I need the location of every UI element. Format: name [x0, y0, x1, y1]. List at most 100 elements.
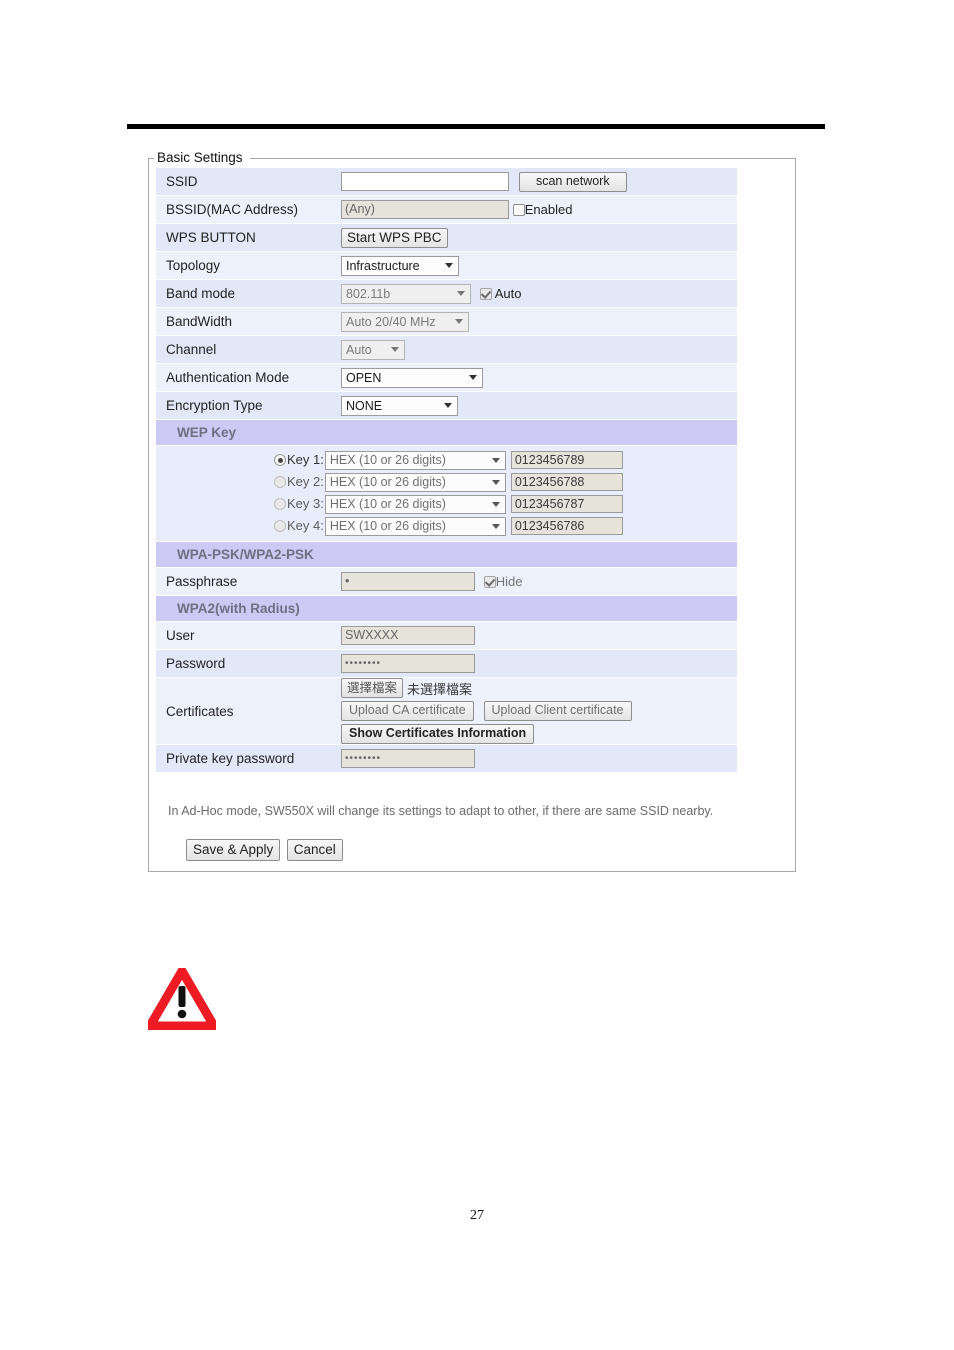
private-key-password-input[interactable]: ••••••••	[341, 749, 475, 768]
value-authentication-mode: OPEN	[341, 363, 707, 392]
cancel-button[interactable]: Cancel	[286, 839, 343, 861]
section-wpa-psk: WPA-PSK/WPA2-PSK	[156, 541, 737, 568]
row-gutter-right	[707, 621, 737, 650]
start-wps-pbc-button[interactable]: Start WPS PBC	[341, 227, 448, 248]
channel-select[interactable]: Auto	[341, 339, 405, 360]
chosen-file-name: 未選擇檔案	[407, 682, 473, 698]
label-user: User	[166, 621, 341, 650]
row-gutter	[156, 223, 166, 252]
wep-key-row: Key 2: HEX (10 or 26 digits) 0123456788	[166, 471, 707, 493]
certificate-info-row: Show Certificates Information	[341, 724, 707, 744]
wep-key-3-label: Key 3:	[287, 496, 324, 512]
wep-key-3-input[interactable]: 0123456787	[510, 495, 623, 514]
row-ssid: SSID scan network	[156, 168, 737, 196]
row-gutter-right	[707, 567, 737, 596]
chevron-down-icon	[491, 457, 500, 463]
row-gutter-right	[707, 363, 737, 392]
row-user: User SWXXXX	[156, 621, 737, 650]
chevron-down-icon	[491, 523, 500, 529]
wep-key-3-radio[interactable]	[274, 498, 286, 511]
section-title-wpa-psk: WPA-PSK/WPA2-PSK	[166, 541, 707, 568]
authentication-mode-select[interactable]: OPEN	[341, 367, 483, 388]
wep-key-4-input[interactable]: 0123456786	[510, 517, 623, 536]
wep-key-2-radio[interactable]	[274, 476, 286, 489]
row-gutter-right	[707, 744, 737, 773]
user-input[interactable]: SWXXXX	[341, 626, 475, 645]
bssid-input[interactable]: (Any)	[341, 200, 509, 219]
row-gutter	[156, 621, 166, 650]
bandwidth-select[interactable]: Auto 20/40 MHz	[341, 311, 469, 332]
chevron-down-icon	[444, 402, 452, 408]
ssid-input[interactable]	[341, 172, 509, 191]
row-band-mode: Band mode 802.11b Auto	[156, 279, 737, 308]
wep-key-1-input[interactable]: 0123456789	[510, 451, 623, 470]
value-wps-button: Start WPS PBC	[341, 223, 707, 252]
label-certificates: Certificates	[166, 677, 341, 745]
label-bandwidth: BandWidth	[166, 307, 341, 336]
password-input[interactable]: ••••••••	[341, 654, 475, 673]
row-wep-keys: Key 1: HEX (10 or 26 digits) 0123456789 Ke…	[156, 445, 737, 542]
certificate-upload-buttons: Upload CA certificate Upload Client cert…	[341, 701, 707, 721]
value-private-key-password: ••••••••	[341, 744, 707, 773]
value-user: SWXXXX	[341, 621, 707, 650]
row-wps-button: WPS BUTTON Start WPS PBC	[156, 223, 737, 252]
upload-client-certificate-button[interactable]: Upload Client certificate	[483, 701, 632, 721]
wep-key-4-format-value: HEX (10 or 26 digits)	[329, 518, 446, 533]
band-mode-auto-checkbox[interactable]	[479, 287, 492, 300]
value-password: ••••••••	[341, 649, 707, 678]
row-topology: Topology Infrastructure	[156, 251, 737, 280]
label-wps-button: WPS BUTTON	[166, 223, 341, 252]
row-gutter	[156, 744, 166, 773]
header-divider	[127, 124, 825, 129]
basic-settings-fieldset: Basic Settings SSID scan network BSSID(M…	[148, 150, 796, 872]
choose-file-button[interactable]: 選擇檔案	[341, 678, 404, 698]
wep-key-row: Key 4: HEX (10 or 26 digits) 0123456786	[166, 515, 707, 537]
band-mode-select[interactable]: 802.11b	[341, 283, 471, 304]
passphrase-hide-checkbox[interactable]	[483, 575, 496, 588]
row-gutter-right	[707, 677, 737, 745]
upload-ca-certificate-button[interactable]: Upload CA certificate	[341, 701, 474, 721]
row-private-key-password: Private key password ••••••••	[156, 744, 737, 773]
row-gutter	[156, 279, 166, 308]
row-gutter-right	[707, 419, 737, 446]
row-gutter-right	[707, 335, 737, 364]
wep-key-1-format-select[interactable]: HEX (10 or 26 digits)	[324, 450, 506, 470]
label-band-mode: Band mode	[166, 279, 341, 308]
topology-select[interactable]: Infrastructure	[341, 255, 459, 276]
wep-key-3-format-value: HEX (10 or 26 digits)	[329, 496, 446, 511]
encryption-type-select[interactable]: NONE	[341, 395, 458, 416]
topology-select-value: Infrastructure	[346, 258, 420, 273]
band-mode-auto-label: Auto	[494, 285, 522, 301]
row-gutter-right	[707, 649, 737, 678]
adhoc-footnote: In Ad-Hoc mode, SW550X will change its s…	[168, 804, 714, 818]
scan-network-button[interactable]: scan network	[518, 171, 627, 192]
channel-select-value: Auto	[346, 342, 372, 357]
wep-key-2-label: Key 2:	[287, 474, 324, 490]
row-gutter	[156, 649, 166, 678]
page-number: 27	[470, 1208, 484, 1223]
passphrase-input[interactable]: •	[341, 572, 475, 591]
chevron-down-icon	[469, 374, 477, 380]
wep-key-1-radio[interactable]	[274, 454, 286, 467]
value-ssid: scan network	[341, 168, 707, 196]
row-certificates: Certificates 選擇檔案 未選擇檔案 Upload CA certifi…	[156, 677, 737, 745]
row-gutter-right	[707, 307, 737, 336]
row-gutter-right	[707, 168, 737, 196]
wep-key-2-input[interactable]: 0123456788	[510, 473, 623, 492]
wep-key-4-radio[interactable]	[274, 520, 286, 533]
row-password: Password ••••••••	[156, 649, 737, 678]
save-apply-button[interactable]: Save & Apply	[186, 839, 281, 861]
bssid-enabled-checkbox[interactable]	[512, 203, 525, 216]
row-gutter-right	[707, 541, 737, 568]
row-gutter	[156, 195, 166, 224]
label-topology: Topology	[166, 251, 341, 280]
wep-key-4-label: Key 4:	[287, 518, 324, 534]
warning-triangle-icon	[148, 968, 216, 1030]
wep-key-4-format-select[interactable]: HEX (10 or 26 digits)	[324, 516, 506, 536]
encryption-type-select-value: NONE	[346, 398, 383, 413]
show-certificates-information-button[interactable]: Show Certificates Information	[341, 724, 535, 744]
section-wep-key: WEP Key	[156, 419, 737, 446]
row-gutter-right	[707, 391, 737, 420]
wep-key-3-format-select[interactable]: HEX (10 or 26 digits)	[324, 494, 506, 514]
wep-key-2-format-select[interactable]: HEX (10 or 26 digits)	[324, 472, 506, 492]
